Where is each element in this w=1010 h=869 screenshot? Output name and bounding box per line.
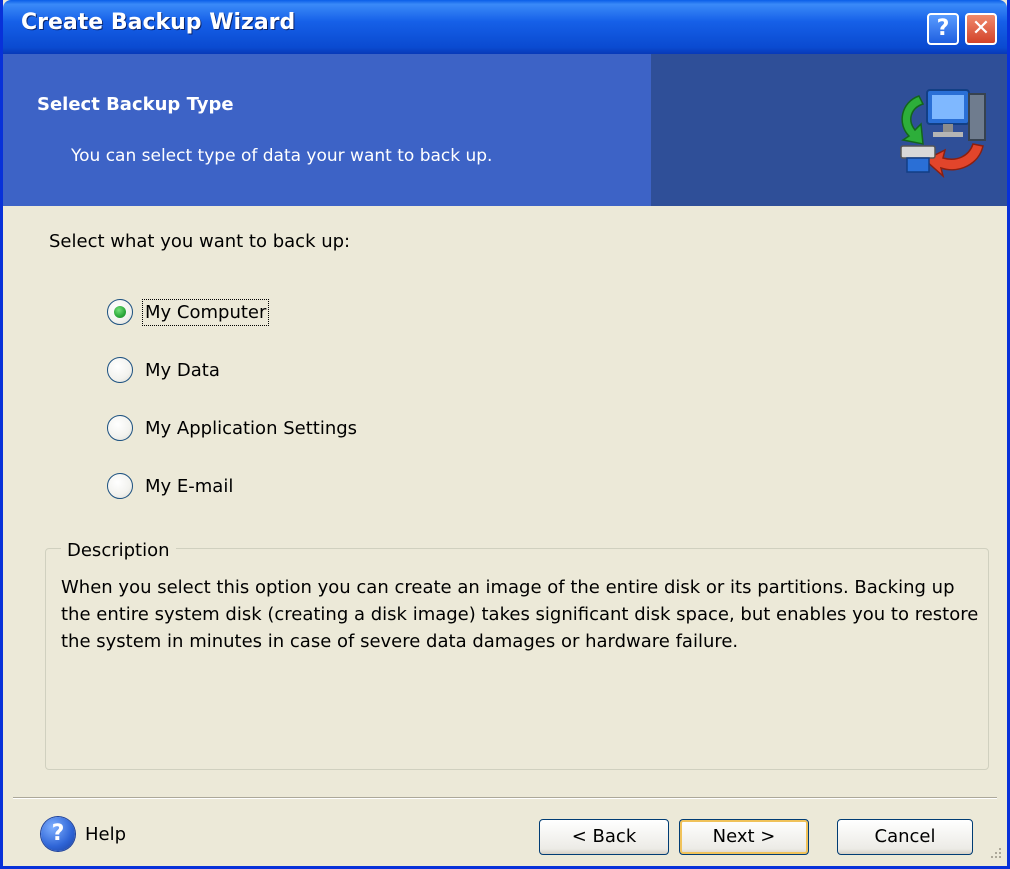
- option-label: My Application Settings: [145, 417, 358, 439]
- radio-my-computer[interactable]: [107, 299, 133, 325]
- title-bar[interactable]: Create Backup Wizard ? ✕: [3, 0, 1007, 54]
- page-title: Select Backup Type: [37, 94, 234, 115]
- next-button[interactable]: Next >: [679, 819, 809, 855]
- wizard-header: Select Backup Type You can select type o…: [3, 54, 1007, 206]
- title-help-button[interactable]: ?: [927, 13, 959, 45]
- cancel-button[interactable]: Cancel: [837, 819, 973, 855]
- footer-divider: [13, 797, 997, 799]
- option-label: My E-mail: [145, 475, 234, 497]
- option-my-data[interactable]: My Data: [107, 354, 220, 386]
- option-label: My Computer: [141, 298, 270, 326]
- option-my-email[interactable]: My E-mail: [107, 470, 233, 502]
- page-subtitle: You can select type of data your want to…: [71, 146, 493, 166]
- backup-computer-icon: [900, 89, 986, 179]
- option-my-application-settings[interactable]: My Application Settings: [107, 412, 357, 444]
- backup-prompt: Select what you want to back up:: [49, 231, 351, 252]
- radio-my-data[interactable]: [107, 357, 133, 383]
- radio-my-email[interactable]: [107, 473, 133, 499]
- description-text: When you select this option you can crea…: [61, 577, 979, 652]
- close-button[interactable]: ✕: [965, 13, 997, 45]
- help-label: Help: [85, 823, 127, 845]
- resize-grip-icon[interactable]: [989, 846, 1003, 860]
- help-icon[interactable]: ?: [41, 817, 75, 851]
- option-my-computer[interactable]: My Computer: [107, 296, 270, 328]
- back-button[interactable]: < Back: [539, 819, 669, 855]
- window-title: Create Backup Wizard: [21, 10, 296, 35]
- help-button[interactable]: ? Help: [41, 817, 126, 851]
- wizard-window: Create Backup Wizard ? ✕ Select Backup T…: [0, 0, 1010, 869]
- radio-my-application-settings[interactable]: [107, 415, 133, 441]
- description-legend: Description: [61, 540, 176, 561]
- option-label: My Data: [145, 359, 220, 381]
